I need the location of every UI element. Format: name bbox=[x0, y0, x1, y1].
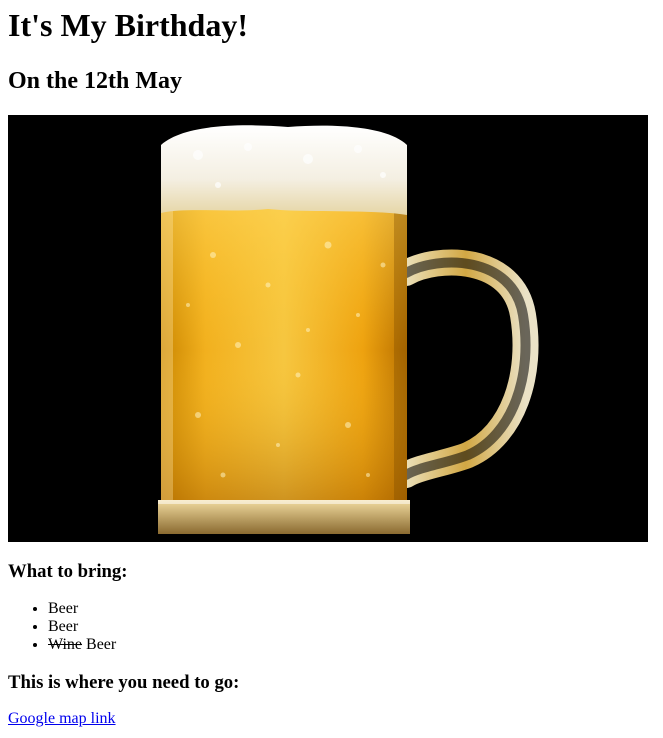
struck-item-text: Wine bbox=[48, 636, 83, 653]
date-heading: On the 12th May bbox=[8, 68, 182, 94]
bring-list: Beer Beer Wine Beer bbox=[8, 600, 655, 654]
list-item: Beer bbox=[48, 600, 655, 618]
list-item-text: Beer bbox=[48, 618, 79, 635]
list-item-text: Beer bbox=[48, 600, 79, 617]
list-item: Wine Beer bbox=[48, 636, 655, 654]
page-title: It's My Birthday! bbox=[8, 7, 248, 43]
beer-mug-image bbox=[8, 115, 648, 542]
google-map-link[interactable]: Google map link bbox=[8, 710, 116, 728]
list-item: Beer bbox=[48, 618, 655, 636]
directions-heading: This is where you need to go: bbox=[8, 672, 240, 693]
page: It's My Birthday! On the 12th May What t… bbox=[0, 7, 663, 728]
what-to-bring-heading: What to bring: bbox=[8, 561, 128, 582]
list-item-text: Beer bbox=[82, 636, 117, 653]
